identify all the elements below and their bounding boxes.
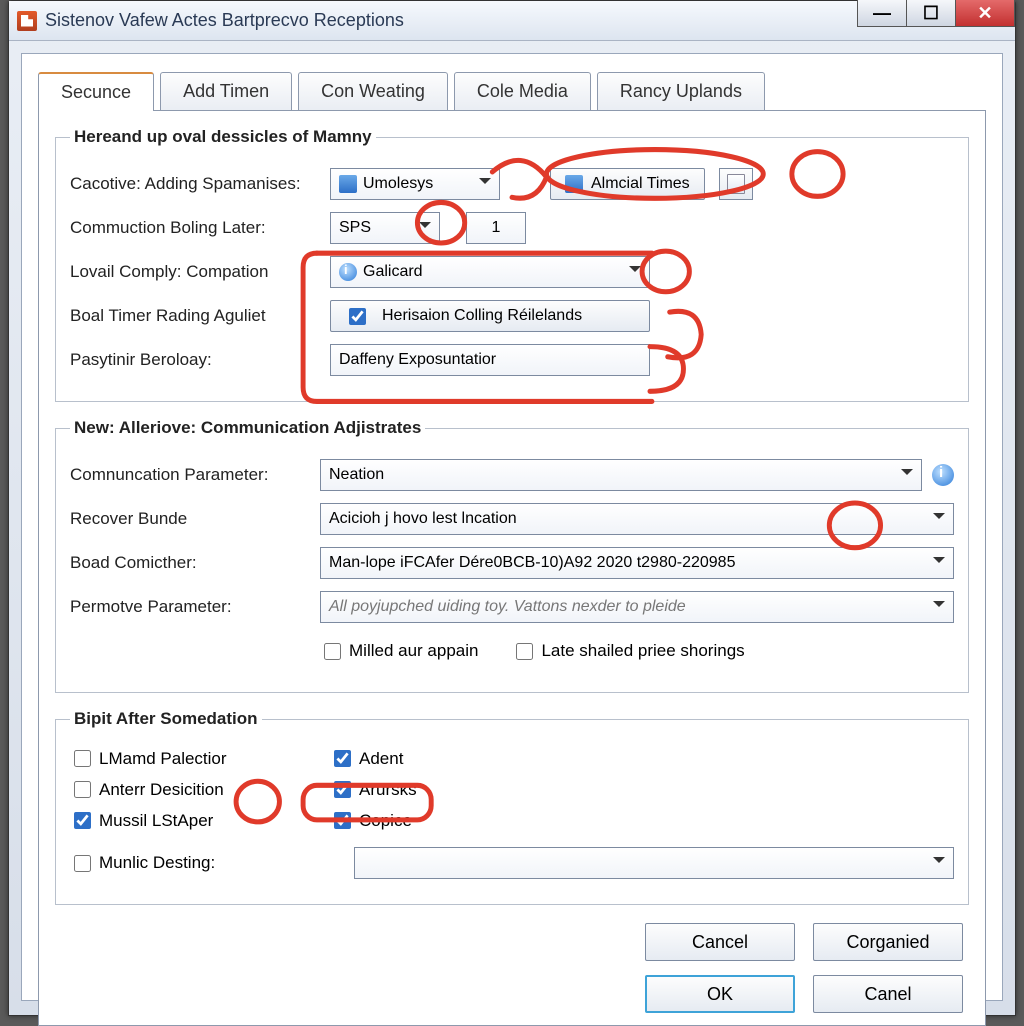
check-arursks-label: Arursks bbox=[359, 780, 417, 800]
check-mussil[interactable] bbox=[74, 812, 91, 829]
tab-secunce[interactable]: Secunce bbox=[38, 72, 154, 111]
maximize-icon: ☐ bbox=[923, 4, 939, 22]
maximize-button[interactable]: ☐ bbox=[906, 0, 956, 27]
btn-almcial-times[interactable]: Almcial Times bbox=[550, 168, 705, 200]
label-boad: Boad Comicther: bbox=[70, 553, 320, 573]
row-check-arursks: Arursks bbox=[330, 778, 590, 801]
check-late[interactable] bbox=[516, 643, 533, 660]
check-arursks[interactable] bbox=[334, 781, 351, 798]
check-lmamd-label: LMamd Palectior bbox=[99, 749, 227, 769]
input-pasytinir-value: Daffeny Exposuntatior bbox=[339, 351, 496, 369]
check-anterr[interactable] bbox=[74, 781, 91, 798]
select-commuction-value: SPS bbox=[339, 219, 371, 237]
row-check-late: Late shailed priee shorings bbox=[512, 640, 744, 663]
tab-con-weating[interactable]: Con Weating bbox=[298, 72, 448, 111]
app-icon bbox=[17, 11, 37, 31]
info-icon[interactable] bbox=[932, 464, 954, 486]
check-boal[interactable] bbox=[349, 308, 366, 325]
tab-cole-media[interactable]: Cole Media bbox=[454, 72, 591, 111]
row-check-adent: Adent bbox=[330, 747, 590, 770]
document-icon bbox=[727, 174, 745, 194]
label-boal: Boal Timer Rading Aguliet bbox=[70, 306, 330, 326]
select-munlic[interactable] bbox=[354, 847, 954, 879]
label-lovail: Lovail Comply: Compation bbox=[70, 262, 330, 282]
select-permotve-value: All poyjupched uiding toy. Vattons nexde… bbox=[329, 598, 686, 616]
select-recover-value: Acicioh j hovo lest lncation bbox=[329, 510, 517, 528]
check-milled[interactable] bbox=[324, 643, 341, 660]
button-corganied[interactable]: Corganied bbox=[813, 923, 963, 961]
tab-rancy-uplands[interactable]: Rancy Uplands bbox=[597, 72, 765, 111]
check-milled-label: Milled aur appain bbox=[349, 641, 478, 661]
info-icon bbox=[339, 263, 357, 281]
btn-almcial-label: Almcial Times bbox=[591, 175, 690, 193]
group-comm: New: Alleriove: Communication Adjistrate… bbox=[55, 418, 969, 693]
button-ok[interactable]: OK bbox=[645, 975, 795, 1013]
check-lmamd[interactable] bbox=[74, 750, 91, 767]
client-area: Secunce Add Timen Con Weating Cole Media… bbox=[21, 53, 1003, 1001]
list-icon bbox=[339, 175, 357, 193]
titlebar: Sistenov Vafew Actes Bartprecvo Receptio… bbox=[9, 1, 1015, 41]
group-mamny-legend: Hereand up oval dessicles of Mamny bbox=[70, 127, 376, 147]
label-recover: Recover Bunde bbox=[70, 509, 320, 529]
label-pasytinir: Pasytinir Beroloay: bbox=[70, 350, 330, 370]
input-commuction-num[interactable]: 1 bbox=[466, 212, 526, 244]
minimize-button[interactable]: — bbox=[857, 0, 907, 27]
button-cancel-top[interactable]: Cancel bbox=[645, 923, 795, 961]
row-check-anterr: Anterr Desicition bbox=[70, 778, 330, 801]
select-comm-value: Neation bbox=[329, 466, 384, 484]
select-lovail-value: Galicard bbox=[363, 263, 423, 281]
row-check-lmamd: LMamd Palectior bbox=[70, 747, 330, 770]
row-check-milled: Milled aur appain bbox=[320, 640, 478, 663]
close-icon: ✕ bbox=[977, 4, 992, 22]
check-munlic-label: Munlic Desting: bbox=[99, 853, 215, 873]
row-check-munlic: Munlic Desting: bbox=[70, 852, 320, 875]
select-recover[interactable]: Acicioh j hovo lest lncation bbox=[320, 503, 954, 535]
select-boad[interactable]: Man-lope iFCAfer Dére0BCB-10)A92 2020 t2… bbox=[320, 547, 954, 579]
label-comm-param: Comnuncation Parameter: bbox=[70, 465, 320, 485]
row-check-copice: Copice bbox=[330, 809, 590, 832]
check-adent-label: Adent bbox=[359, 749, 403, 769]
tab-panel: Hereand up oval dessicles of Mamny Cacot… bbox=[38, 110, 986, 1026]
select-cacotive[interactable]: Umolesys bbox=[330, 168, 500, 200]
row-check-mussil: Mussil LStAper bbox=[70, 809, 330, 832]
label-permotve: Permotve Parameter: bbox=[70, 597, 320, 617]
check-late-label: Late shailed priee shorings bbox=[541, 641, 744, 661]
btn-document[interactable] bbox=[719, 168, 753, 200]
check-munlic[interactable] bbox=[74, 855, 91, 872]
input-commuction-num-value: 1 bbox=[492, 219, 501, 237]
minimize-icon: — bbox=[873, 4, 891, 22]
select-commuction[interactable]: SPS bbox=[330, 212, 440, 244]
window-title: Sistenov Vafew Actes Bartprecvo Receptio… bbox=[45, 10, 404, 31]
label-commuction: Commuction Boling Later: bbox=[70, 218, 330, 238]
check-mussil-label: Mussil LStAper bbox=[99, 811, 213, 831]
button-cancel-bottom[interactable]: Canel bbox=[813, 975, 963, 1013]
close-button[interactable]: ✕ bbox=[955, 0, 1015, 27]
list-icon bbox=[565, 175, 583, 193]
select-comm-param[interactable]: Neation bbox=[320, 459, 922, 491]
check-copice-label: Copice bbox=[359, 811, 412, 831]
group-mamny: Hereand up oval dessicles of Mamny Cacot… bbox=[55, 127, 969, 402]
label-cacotive: Cacotive: Adding Spamanises: bbox=[70, 174, 330, 194]
select-boad-value: Man-lope iFCAfer Dére0BCB-10)A92 2020 t2… bbox=[329, 554, 735, 572]
group-bipit: Bipit After Somedation LMamd Palectior A… bbox=[55, 709, 969, 905]
tab-add-timen[interactable]: Add Timen bbox=[160, 72, 292, 111]
dialog-window: Sistenov Vafew Actes Bartprecvo Receptio… bbox=[8, 0, 1016, 1016]
select-cacotive-value: Umolesys bbox=[363, 175, 433, 193]
row-boal: Herisaion Colling Réilelands bbox=[330, 300, 650, 332]
select-permotve[interactable]: All poyjupched uiding toy. Vattons nexde… bbox=[320, 591, 954, 623]
check-copice[interactable] bbox=[334, 812, 351, 829]
select-lovail[interactable]: Galicard bbox=[330, 256, 650, 288]
check-anterr-label: Anterr Desicition bbox=[99, 780, 224, 800]
group-bipit-legend: Bipit After Somedation bbox=[70, 709, 262, 729]
check-adent[interactable] bbox=[334, 750, 351, 767]
group-comm-legend: New: Alleriove: Communication Adjistrate… bbox=[70, 418, 425, 438]
input-pasytinir[interactable]: Daffeny Exposuntatior bbox=[330, 344, 650, 376]
tab-strip: Secunce Add Timen Con Weating Cole Media… bbox=[38, 72, 1002, 111]
check-boal-label: Herisaion Colling Réilelands bbox=[382, 307, 582, 325]
